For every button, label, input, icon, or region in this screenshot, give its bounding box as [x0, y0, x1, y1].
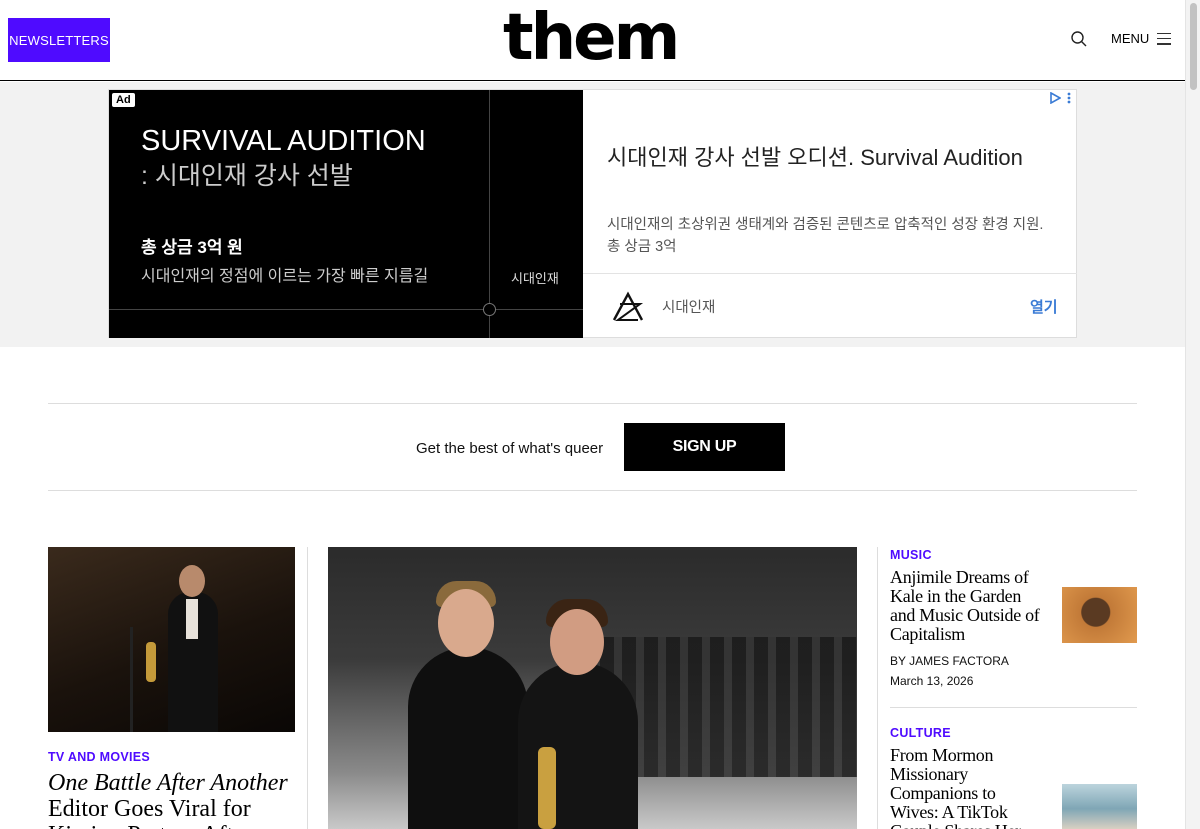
newsletters-button[interactable]: NEWSLETTERS: [8, 18, 110, 62]
menu-button[interactable]: MENU: [1111, 31, 1172, 46]
right-article-1-thumbnail[interactable]: [1062, 587, 1137, 643]
right-article-category[interactable]: CULTURE: [890, 726, 1137, 740]
main-article-image[interactable]: [328, 547, 857, 829]
ad-advertiser-name: 시대인재: [662, 300, 716, 316]
ad-divider: [583, 273, 1077, 274]
ad-badge: Ad: [112, 93, 135, 107]
right-article-byline[interactable]: BY JAMES FACTORA: [890, 654, 1137, 668]
sign-up-button[interactable]: SIGN UP: [624, 423, 785, 471]
ad-headline[interactable]: 시대인재 강사 선발 오디션. Survival Audition: [607, 140, 1023, 172]
search-icon[interactable]: [1070, 30, 1088, 48]
ad-image-subtitle: : 시대인재 강사 선발: [141, 162, 353, 190]
ad-decor-line-horizontal: [109, 309, 583, 310]
left-article-image[interactable]: [48, 547, 295, 732]
adchoices-play-icon[interactable]: [1049, 92, 1061, 104]
ad-decor-line-vertical: [489, 90, 490, 338]
ad-image-prize: 총 상금 3억 원: [141, 238, 243, 257]
ad-choices[interactable]: [1049, 92, 1071, 104]
right-article-title[interactable]: Anjimile Dreams of Kale in the Garden an…: [890, 568, 1040, 644]
ad-image-title: SURVIVAL AUDITION: [141, 125, 426, 157]
right-article-2-thumbnail[interactable]: [1062, 784, 1137, 829]
ad-description: 시대인재의 초상위권 생태계와 검증된 콘텐츠로 압축적인 성장 환경 지원. …: [607, 217, 1044, 255]
column-divider: [877, 547, 878, 829]
left-article-title-italic: One Battle After Another: [48, 770, 288, 796]
more-options-icon[interactable]: [1067, 92, 1071, 104]
right-article-date: March 13, 2026: [890, 674, 974, 688]
right-article-title[interactable]: From Mormon Missionary Companions to Wiv…: [890, 746, 1040, 829]
left-article-title-rest: Editor Goes Viral for Kissing Partner Af…: [48, 796, 252, 829]
hamburger-icon: [1157, 32, 1172, 45]
page-scrollbar[interactable]: [1185, 0, 1200, 829]
ad-open-button[interactable]: 열기: [1030, 296, 1058, 317]
ad-decor-dot: [483, 303, 496, 316]
signup-text: Get the best of what's queer: [416, 440, 604, 457]
left-article-category[interactable]: TV AND MOVIES: [48, 750, 150, 764]
ad-image-brand: 시대인재: [511, 271, 559, 286]
newsletter-signup: Get the best of what's queer SIGN UP: [48, 403, 1137, 491]
display-ad[interactable]: Ad SURVIVAL AUDITION : 시대인재 강사 선발 총 상금 3…: [108, 89, 1077, 338]
scrollbar-thumb[interactable]: [1190, 3, 1197, 90]
menu-label: MENU: [1111, 31, 1150, 46]
column-divider: [307, 547, 308, 829]
ad-image[interactable]: Ad SURVIVAL AUDITION : 시대인재 강사 선발 총 상금 3…: [109, 90, 583, 338]
right-column-separator: [890, 707, 1137, 708]
left-article-title[interactable]: One Battle After Another Editor Goes Vir…: [48, 770, 298, 829]
advertiser-logo-icon: [612, 291, 644, 321]
right-article-category[interactable]: MUSIC: [890, 548, 1137, 562]
ad-image-tagline: 시대인재의 정점에 이르는 가장 빠른 지름길: [141, 268, 429, 285]
site-logo[interactable]: them: [503, 2, 680, 74]
site-header: NEWSLETTERS them MENU: [0, 0, 1185, 81]
